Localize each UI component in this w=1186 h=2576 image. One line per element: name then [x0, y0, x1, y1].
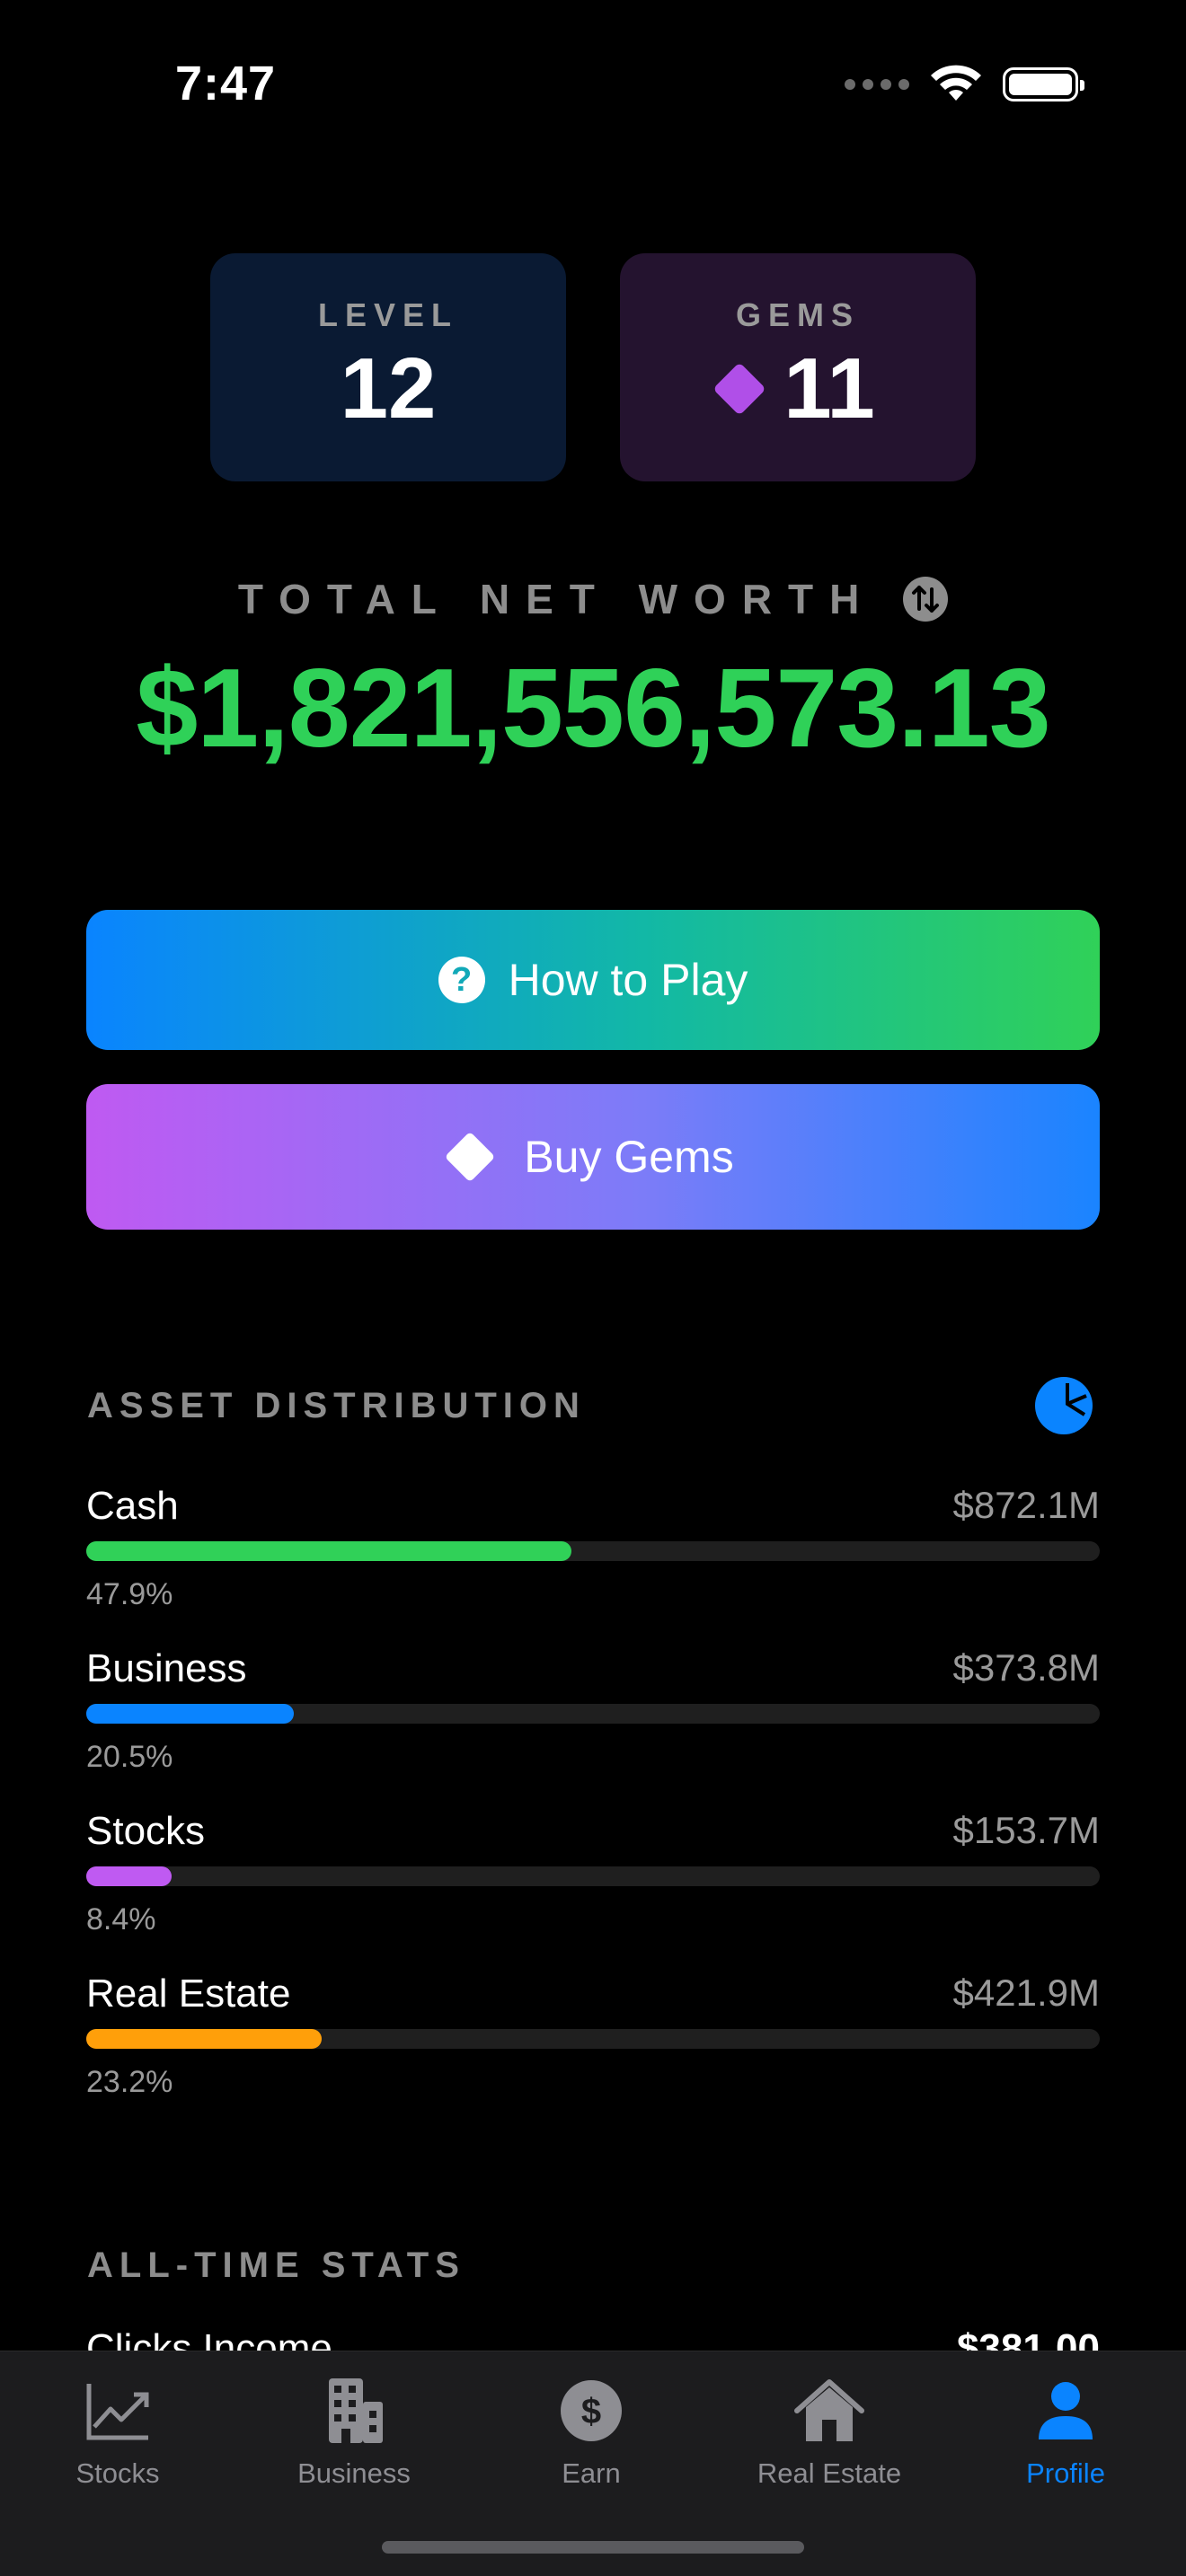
pie-chart-icon[interactable]	[1034, 1376, 1093, 1435]
tab-stocks[interactable]: Stocks	[19, 2375, 217, 2490]
wifi-icon	[931, 65, 981, 101]
asset-progress-fill	[86, 1866, 172, 1886]
net-worth-header: TOTAL NET WORTH	[0, 575, 1186, 625]
buy-gems-label: Buy Gems	[524, 1132, 734, 1182]
asset-progress-fill	[86, 1704, 295, 1724]
asset-value: $153.7M	[952, 1809, 1100, 1851]
asset-name: Business	[86, 1646, 247, 1690]
asset-name: Stocks	[86, 1809, 206, 1853]
diamond-icon	[445, 1131, 496, 1183]
building-icon	[329, 2378, 383, 2443]
asset-name: Cash	[86, 1484, 179, 1528]
how-to-play-label: How to Play	[508, 955, 748, 1005]
chart-icon	[86, 2384, 149, 2440]
tab-real-estate[interactable]: Real Estate	[730, 2375, 928, 2490]
net-worth-value: $1,821,556,573.13	[136, 647, 1050, 771]
asset-percent: 23.2%	[86, 2065, 173, 2099]
gems-value-row: 11	[712, 340, 875, 438]
cellular-signal-icon	[845, 79, 909, 90]
person-icon	[1039, 2382, 1093, 2439]
tab-business-label: Business	[297, 2457, 411, 2489]
asset-value: $872.1M	[952, 1484, 1100, 1526]
asset-progress-track	[86, 1866, 1100, 1886]
asset-value: $373.8M	[952, 1646, 1100, 1689]
house-icon	[794, 2379, 864, 2441]
asset-percent: 20.5%	[86, 1740, 173, 1774]
tab-business[interactable]: Business	[255, 2375, 453, 2490]
asset-progress-fill	[86, 1541, 572, 1561]
level-label: LEVEL	[317, 296, 458, 333]
asset-progress-track	[86, 2029, 1100, 2049]
asset-name: Real Estate	[86, 1972, 291, 2016]
asset-progress-track	[86, 1541, 1100, 1561]
tab-earn-label: Earn	[562, 2457, 621, 2489]
status-time: 7:47	[175, 57, 277, 110]
tab-profile-label: Profile	[1026, 2457, 1105, 2489]
tab-earn[interactable]: $ Earn	[492, 2375, 690, 2490]
home-indicator	[382, 2541, 804, 2554]
level-value: 12	[340, 340, 437, 437]
buy-gems-button[interactable]: Buy Gems	[86, 1084, 1100, 1230]
asset-percent: 8.4%	[86, 1902, 156, 1936]
net-worth-label: TOTAL NET WORTH	[237, 576, 876, 622]
tab-stocks-label: Stocks	[75, 2457, 160, 2489]
battery-icon	[1003, 67, 1084, 101]
asset-value: $421.9M	[952, 1972, 1100, 2014]
asset-progress-track	[86, 1704, 1100, 1724]
profile-screen: 7:47 LEVEL 12 GEMS 11 TOTAL NET WORTH $1	[0, 0, 1186, 2576]
gems-label: GEMS	[735, 296, 860, 333]
dollar-circle-icon: $	[561, 2380, 622, 2441]
gem-icon	[712, 362, 766, 416]
asset-progress-fill	[86, 2029, 322, 2049]
all-time-stats-title: ALL-TIME STATS	[87, 2245, 465, 2285]
question-circle-icon: ?	[438, 957, 485, 1003]
swap-arrows-icon[interactable]	[903, 576, 949, 622]
gems-card: GEMS 11	[620, 253, 976, 481]
asset-distribution-title: ASSET DISTRIBUTION	[87, 1386, 586, 1425]
asset-percent: 47.9%	[86, 1577, 173, 1611]
status-icons	[845, 65, 1084, 104]
how-to-play-button[interactable]: ? How to Play	[86, 910, 1100, 1050]
tab-profile[interactable]: Profile	[967, 2375, 1164, 2490]
gems-value: 11	[783, 340, 875, 437]
tab-real-estate-label: Real Estate	[757, 2457, 902, 2489]
level-card: LEVEL 12	[210, 253, 566, 481]
svg-text:$: $	[581, 2392, 601, 2431]
